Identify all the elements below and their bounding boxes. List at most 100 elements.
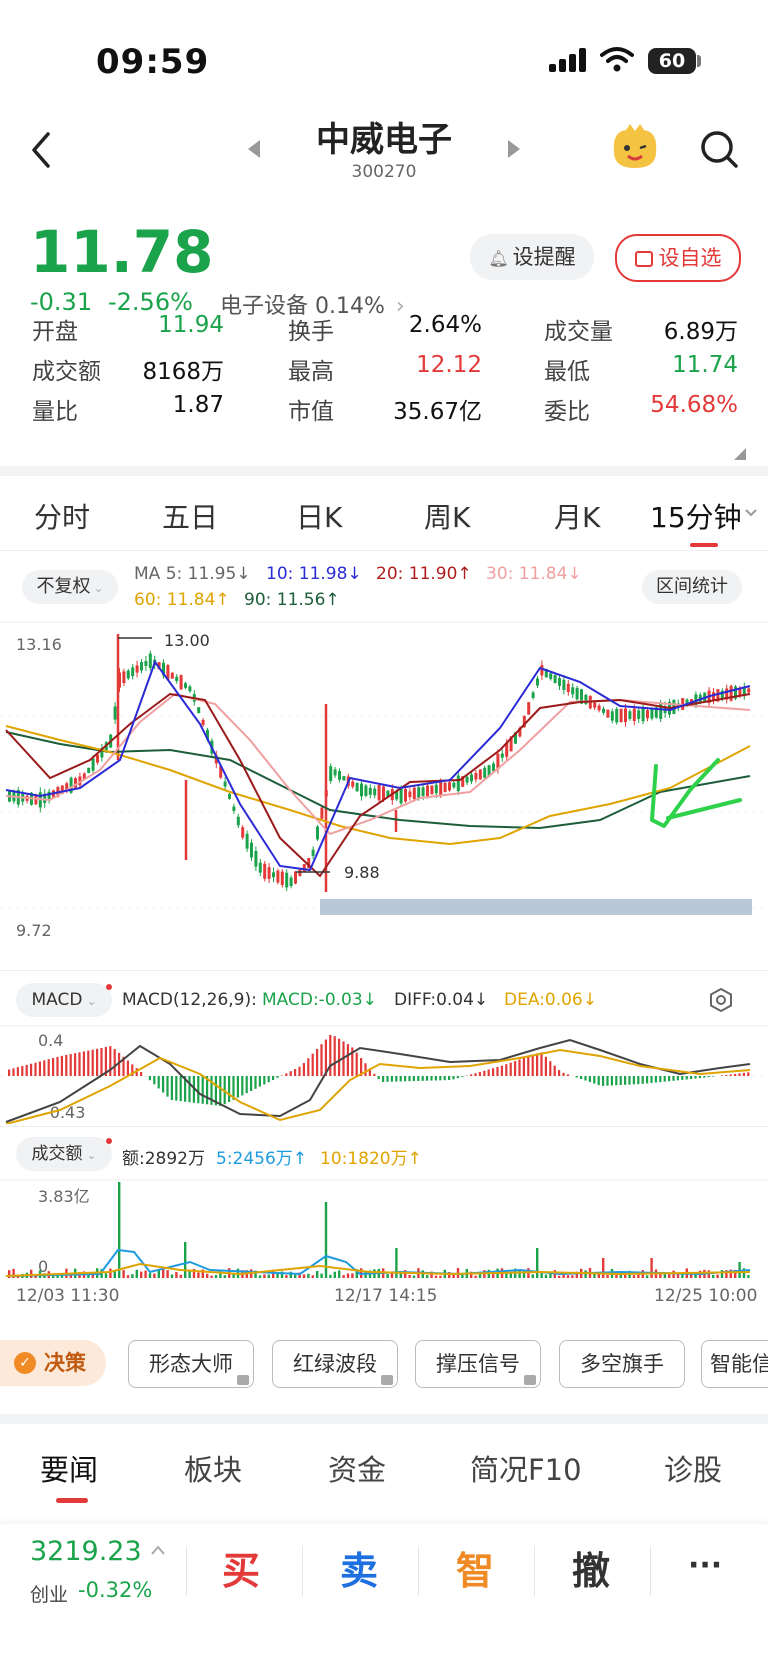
stat-label: 量比 bbox=[32, 399, 78, 425]
status-time: 09:59 bbox=[96, 42, 210, 82]
volume-bar bbox=[597, 1274, 600, 1278]
macd-bar bbox=[452, 1076, 455, 1080]
red-dot bbox=[106, 984, 112, 990]
candle-body bbox=[272, 872, 275, 878]
volume-bar bbox=[294, 1274, 297, 1278]
candle-body bbox=[351, 781, 355, 787]
candle-body bbox=[558, 678, 561, 686]
tool-button-3[interactable]: 多空旗手 bbox=[559, 1340, 685, 1388]
candle-body bbox=[483, 767, 487, 778]
tab-1[interactable]: 五日 bbox=[162, 496, 218, 536]
tool-button-4[interactable]: 智能信号 bbox=[701, 1340, 768, 1388]
kline-chart[interactable]: 13.16 9.72 13.00 9.88 bbox=[0, 620, 768, 960]
candle-body bbox=[175, 676, 179, 682]
tab-5[interactable]: 15分钟 bbox=[650, 496, 742, 536]
macd-bar bbox=[52, 1058, 55, 1076]
range-stats-button[interactable]: 区间统计 bbox=[642, 570, 742, 604]
candle-body bbox=[619, 708, 623, 723]
next-stock-icon[interactable] bbox=[506, 138, 522, 160]
macd-bar bbox=[575, 1076, 578, 1078]
info-tab-3[interactable]: 简况F10 bbox=[470, 1447, 582, 1489]
low-mark: 9.88 bbox=[344, 863, 380, 882]
chevron-up-icon[interactable] bbox=[150, 1544, 166, 1556]
macd-bar bbox=[668, 1076, 671, 1082]
sell-button[interactable]: 卖 bbox=[340, 1540, 378, 1595]
volume-bar bbox=[135, 1269, 138, 1278]
macd-bar bbox=[610, 1076, 613, 1086]
volume-chart[interactable]: 3.83亿 0 bbox=[0, 1178, 768, 1280]
candle-body bbox=[632, 708, 636, 722]
info-tab-4[interactable]: 诊股 bbox=[664, 1447, 722, 1489]
volume-bar bbox=[549, 1273, 552, 1278]
tool-button-1[interactable]: 红绿波段 bbox=[272, 1340, 398, 1388]
decision-button[interactable]: ✓ 决策 bbox=[0, 1340, 106, 1386]
settings-icon[interactable] bbox=[708, 987, 734, 1013]
mascot-icon[interactable] bbox=[608, 122, 662, 172]
volume-bar bbox=[408, 1274, 411, 1278]
cancel-order-button[interactable]: 撤 bbox=[572, 1540, 610, 1595]
macd-bar bbox=[518, 1059, 521, 1076]
macd-bar bbox=[522, 1058, 525, 1076]
tab-4[interactable]: 月K bbox=[554, 496, 600, 536]
volume-bar bbox=[492, 1274, 495, 1278]
add-watchlist-button[interactable]: 设自选 bbox=[615, 234, 741, 282]
macd-bar bbox=[382, 1076, 385, 1082]
info-tab-2[interactable]: 资金 bbox=[328, 1447, 386, 1489]
candle-body bbox=[571, 687, 575, 695]
more-button[interactable]: ··· bbox=[688, 1548, 722, 1583]
candle-body bbox=[443, 782, 447, 792]
buy-button[interactable]: 买 bbox=[222, 1540, 260, 1595]
info-tab-0[interactable]: 要闻 bbox=[40, 1447, 98, 1489]
dropdown-icon: ⌄ bbox=[86, 1148, 97, 1162]
smart-button[interactable]: 智 bbox=[456, 1540, 494, 1595]
volume-bar bbox=[131, 1274, 134, 1278]
tab-3[interactable]: 周K bbox=[424, 496, 470, 536]
volume-bar bbox=[206, 1273, 209, 1278]
expand-corner-icon[interactable] bbox=[734, 448, 746, 460]
wifi-icon bbox=[600, 47, 634, 72]
set-reminder-button[interactable]: 🔔︎ 设提醒 bbox=[470, 234, 594, 280]
adjust-dropdown[interactable]: 不复权 ⌄ bbox=[22, 570, 118, 604]
candle-body bbox=[338, 770, 341, 780]
macd-bar bbox=[478, 1071, 481, 1076]
volume-bar bbox=[531, 1274, 534, 1278]
tool-label: 形态大师 bbox=[149, 1352, 233, 1376]
macd-bar bbox=[593, 1076, 596, 1084]
candle-body bbox=[87, 767, 91, 773]
macd-bar bbox=[30, 1063, 33, 1076]
candle-body bbox=[241, 827, 245, 838]
macd-bar bbox=[694, 1076, 697, 1079]
macd-bar bbox=[47, 1059, 50, 1076]
chevron-down-icon[interactable] bbox=[744, 508, 758, 518]
macd-params: MACD(12,26,9): bbox=[122, 990, 257, 1010]
candle-body bbox=[624, 708, 627, 723]
tab-0[interactable]: 分时 bbox=[34, 496, 90, 536]
macd-bar bbox=[426, 1076, 429, 1081]
tab-2[interactable]: 日K bbox=[296, 496, 342, 536]
macd-bar bbox=[377, 1076, 380, 1080]
candle-body bbox=[228, 793, 231, 799]
volume-amount: 额:2892万 bbox=[122, 1149, 205, 1169]
macd-chart[interactable]: 0.4 -0.43 bbox=[0, 1024, 768, 1124]
volume-bar bbox=[109, 1268, 112, 1278]
macd-bar bbox=[496, 1067, 499, 1076]
candle-body bbox=[329, 766, 333, 781]
volume-bar bbox=[311, 1275, 314, 1278]
index-value[interactable]: 3219.23 bbox=[30, 1536, 142, 1567]
adjust-label: 不复权 bbox=[36, 576, 91, 597]
tool-button-0[interactable]: 形态大师 bbox=[128, 1340, 254, 1388]
search-icon[interactable] bbox=[700, 130, 740, 170]
high-mark: 13.00 bbox=[164, 631, 210, 650]
volume-bar bbox=[258, 1275, 262, 1278]
volume-dropdown[interactable]: 成交额 ⌄ bbox=[16, 1137, 112, 1171]
macd-dropdown[interactable]: MACD ⌄ bbox=[16, 983, 112, 1017]
tab-indicator bbox=[690, 543, 718, 547]
info-tab-1[interactable]: 板块 bbox=[184, 1447, 242, 1489]
tool-button-2[interactable]: 撑压信号 bbox=[415, 1340, 541, 1388]
candle-body bbox=[135, 665, 139, 673]
volume-bar bbox=[474, 1275, 477, 1278]
volume-bar bbox=[426, 1275, 429, 1278]
volume-bar bbox=[30, 1269, 33, 1278]
ma90-label: 90: 11.56↑ bbox=[244, 590, 340, 610]
decision-label: 决策 bbox=[44, 1351, 86, 1375]
